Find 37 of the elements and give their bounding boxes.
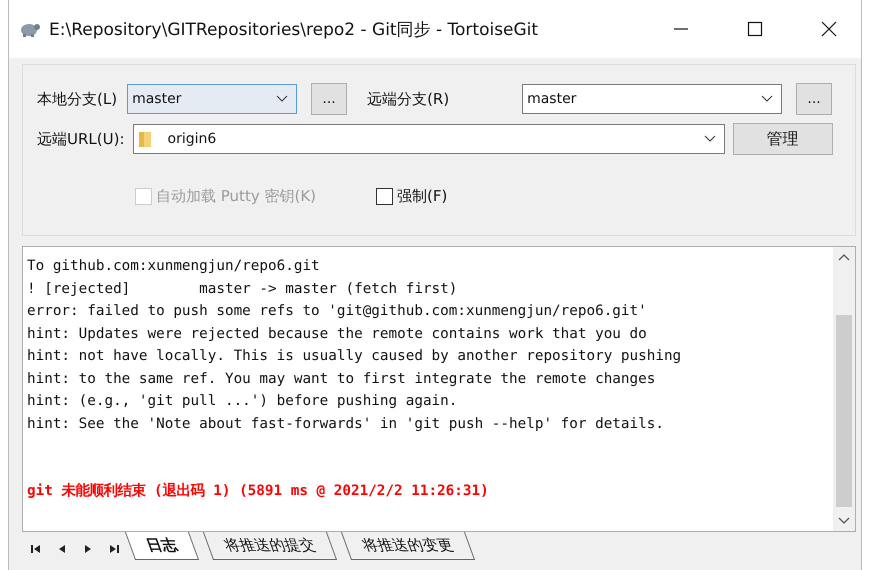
log-line: To github.com:xunmengjun/repo6.git (27, 257, 321, 276)
window-title: E:\Repository\GITRepositories\repo2 - Git同步 - TortoiseGit (49, 18, 538, 40)
scroll-down-icon[interactable] (838, 517, 850, 525)
log-line: ! [rejected] master -> master (fetch first) (27, 280, 458, 298)
tab[interactable]: 将推送的提交 (202, 532, 338, 560)
local-branch-dropdown[interactable]: master (127, 84, 298, 114)
log-line: hint: (e.g., 'git pull ...') before pushing again. (27, 392, 458, 411)
scroll-up-icon[interactable] (838, 253, 850, 261)
folder-icon (138, 130, 152, 148)
browse-button[interactable]: ... (796, 83, 832, 115)
log-line: hint: not have locally. This is usually caused by another repository pushing (27, 347, 682, 366)
local-branch-label: 本地分支(L) (37, 90, 118, 108)
maximize-icon[interactable] (747, 21, 763, 37)
chevron-icon (761, 95, 774, 103)
browse-button[interactable]: ... (311, 83, 348, 115)
scrollbar-thumb[interactable] (836, 315, 852, 507)
remote-url-label: 远端URL(U): (37, 130, 124, 148)
log-line: hint: See the 'Note about fast-forwards' in 'git push --help' for details. (27, 414, 665, 434)
checkbox-label: 强制(F) (397, 187, 448, 206)
tab[interactable]: 将推送的变更 (340, 532, 476, 560)
remote-branch-label: 远端分支(R) (367, 90, 450, 108)
remote-url-dropdown[interactable]: origin6 (132, 124, 724, 154)
scrollbar[interactable] (833, 247, 855, 531)
last-icon[interactable] (108, 543, 120, 555)
checkbox-label: 自动加载 Putty 密钥(K) (156, 187, 316, 206)
checkbox[interactable] (376, 188, 394, 205)
close-icon[interactable] (821, 21, 837, 37)
log-line: git 未能顺利结束 (退出码 1) (5891 ms @ 2021/2/2 11:26:31) (27, 482, 490, 501)
chevron-icon (276, 95, 288, 103)
manage-button[interactable]: 管理 (732, 123, 832, 155)
log-line: error: failed to push some refs to 'git@github.com:xunmengjun/repo6.git' (27, 302, 648, 321)
chevron-icon (704, 135, 716, 143)
remote-branch-dropdown[interactable]: master (522, 84, 782, 114)
first-icon[interactable] (30, 543, 42, 555)
log-line: hint: to the same ref. You may want to first integrate the remote changes (27, 370, 656, 388)
log-line: hint: Updates were rejected because the remote contains work that you do (27, 324, 648, 344)
tab[interactable]: 日志 (124, 532, 200, 560)
